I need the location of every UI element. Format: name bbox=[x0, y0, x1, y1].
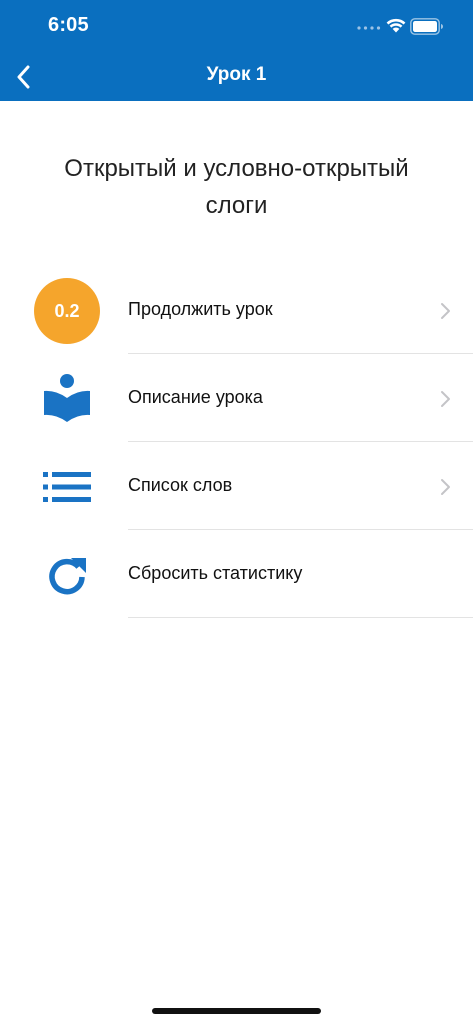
battery-icon bbox=[410, 18, 443, 35]
lesson-menu: 0.2 Продолжить урок Описание урока Списо… bbox=[0, 266, 473, 618]
home-indicator[interactable] bbox=[152, 1008, 321, 1014]
chevron-right-icon bbox=[441, 391, 450, 407]
lesson-description-row[interactable]: Описание урока bbox=[0, 354, 473, 442]
progress-badge: 0.2 bbox=[34, 278, 100, 344]
word-list-label: Список слов bbox=[128, 475, 233, 495]
status-time: 6:05 bbox=[48, 14, 89, 36]
continue-lesson-row[interactable]: 0.2 Продолжить урок bbox=[0, 266, 473, 354]
reset-statistics-label: Сбросить статистику bbox=[128, 563, 303, 583]
continue-lesson-label: Продолжить урок bbox=[128, 299, 273, 319]
lesson-title-line-2: слоги bbox=[205, 192, 268, 219]
lesson-description-label: Описание урока bbox=[128, 387, 263, 407]
lesson-title: Открытый и условно-открытый слоги bbox=[30, 150, 443, 224]
nav-title: Урок 1 bbox=[206, 64, 267, 85]
reading-book-icon bbox=[44, 374, 90, 422]
reading-book-icon-wrap bbox=[34, 366, 100, 432]
chevron-right-icon bbox=[441, 479, 450, 495]
list-icon-wrap bbox=[34, 454, 100, 520]
header: 6:05 Урок 1 bbox=[0, 0, 473, 101]
divider bbox=[128, 617, 473, 618]
progress-badge-wrap: 0.2 bbox=[34, 278, 100, 344]
word-list-row[interactable]: Список слов bbox=[0, 442, 473, 530]
lesson-title-line-1: Открытый и условно-открытый bbox=[64, 155, 409, 182]
lesson-screen: 6:05 Урок 1 Открытый и условно-открытый … bbox=[0, 0, 473, 1024]
refresh-icon bbox=[49, 558, 86, 595]
list-icon bbox=[43, 472, 91, 502]
refresh-icon-wrap bbox=[34, 542, 100, 608]
signal-dots-icon bbox=[357, 26, 381, 30]
wifi-icon bbox=[386, 18, 406, 33]
reset-statistics-row[interactable]: Сбросить статистику bbox=[0, 530, 473, 618]
chevron-right-icon bbox=[441, 303, 450, 319]
